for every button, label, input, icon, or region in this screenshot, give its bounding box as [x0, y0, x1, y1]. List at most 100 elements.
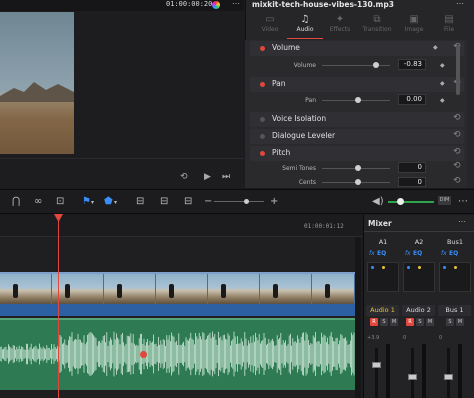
transition-icon: ⧉: [373, 14, 381, 25]
keyframe-nav-icon[interactable]: ◆: [433, 44, 438, 51]
pan-keyframe-nav-icon[interactable]: ◆: [440, 80, 445, 87]
pitch-reset-icon[interactable]: ⟲: [453, 147, 461, 157]
pan-slider-knob[interactable]: [355, 97, 361, 103]
mute-button-bus1[interactable]: M: [456, 318, 464, 326]
timeline-scrollbar[interactable]: [355, 237, 361, 398]
level-meter-bus1: [458, 344, 462, 398]
meter-dot: [371, 266, 374, 269]
dialogue-leveler-toggle[interactable]: [260, 134, 265, 139]
semitones-slider-knob[interactable]: [355, 165, 361, 171]
meter-dot: [407, 266, 410, 269]
pan-enable-toggle[interactable]: [260, 82, 265, 87]
mixer-divider: [364, 231, 474, 232]
zoom-slider-knob[interactable]: [244, 199, 249, 204]
mixer-title: Mixer: [368, 219, 392, 228]
dialogue-leveler-reset-icon[interactable]: ⟲: [453, 130, 461, 140]
section-volume-label: Volume: [272, 43, 300, 52]
volume-slider[interactable]: [322, 65, 390, 66]
solo-button-a1[interactable]: S: [380, 318, 388, 326]
fader-a2[interactable]: [408, 374, 417, 380]
eq-button-a1[interactable]: EQ: [377, 250, 386, 257]
volume-enable-toggle[interactable]: [260, 46, 265, 51]
clip-thumbnail-figures: [13, 284, 330, 298]
section-voice-isolation-label: Voice Isolation: [272, 114, 327, 123]
meter-dot: [454, 266, 457, 269]
zoom-out-icon[interactable]: −: [204, 196, 212, 207]
zoom-fit-icon[interactable]: ⊟: [136, 196, 144, 207]
cents-slider-knob[interactable]: [355, 179, 361, 185]
channel-name-audio1[interactable]: Audio 1: [366, 305, 399, 316]
volume-slider-knob[interactable]: [373, 62, 379, 68]
eq-button-a2[interactable]: EQ: [413, 250, 422, 257]
tab-image[interactable]: ▣ Image: [396, 14, 432, 33]
toolbar-menu-icon[interactable]: ⋯: [458, 196, 468, 207]
channel-name-bus1[interactable]: Bus 1: [438, 305, 471, 316]
speaker-icon[interactable]: ◀): [372, 196, 384, 207]
dim-button[interactable]: DIM: [438, 196, 451, 205]
solo-button-a2[interactable]: S: [416, 318, 424, 326]
pitch-enable-toggle[interactable]: [260, 151, 265, 156]
fader-bus1[interactable]: [444, 374, 453, 380]
link-icon[interactable]: ∞: [34, 196, 42, 207]
volume-value-field[interactable]: -0.83: [398, 59, 426, 70]
mixer-col-bus1: Bus1: [446, 238, 464, 246]
music-note-icon: ♫: [300, 14, 310, 25]
zoom-slider[interactable]: [214, 201, 264, 202]
zoom-detail-icon[interactable]: ⊟: [160, 196, 168, 207]
fx-button-a2[interactable]: fx: [405, 250, 411, 257]
voice-isolation-reset-icon[interactable]: ⟲: [453, 113, 461, 123]
solo-button-bus1[interactable]: S: [446, 318, 454, 326]
mute-button-a2[interactable]: M: [426, 318, 434, 326]
section-voice-isolation[interactable]: Voice Isolation: [250, 112, 464, 127]
pan-keyframe-icon[interactable]: ◆: [440, 97, 445, 104]
meter-dot: [443, 266, 446, 269]
eq-button-bus1[interactable]: EQ: [449, 250, 458, 257]
flag-icon[interactable]: ⚑: [82, 196, 91, 207]
marker-icon[interactable]: ⬟: [104, 196, 113, 207]
channel-name-audio2[interactable]: Audio 2: [402, 305, 435, 316]
inspector-scrollbar[interactable]: [456, 45, 460, 95]
mixer-col-a1: A1: [378, 238, 388, 246]
mixer-menu-icon[interactable]: ⋯: [458, 217, 466, 226]
record-button-a1[interactable]: R: [370, 318, 378, 326]
zoom-custom-icon[interactable]: ⊟: [184, 196, 192, 207]
go-to-end-icon[interactable]: ⏭: [222, 172, 230, 182]
color-wheel-icon[interactable]: [212, 1, 220, 9]
play-icon[interactable]: ▶: [204, 172, 211, 182]
semitones-value-field[interactable]: 0: [398, 162, 426, 173]
fader-a1[interactable]: [372, 362, 381, 368]
marker-dropdown-icon[interactable]: ▾: [114, 199, 117, 206]
tab-file[interactable]: ▤ File: [431, 14, 467, 33]
lock-icon[interactable]: ⊡: [56, 196, 64, 207]
zoom-in-icon[interactable]: +: [270, 196, 278, 207]
record-button-a2[interactable]: R: [406, 318, 414, 326]
viewer-timecode[interactable]: 01:00:00:20: [166, 0, 212, 8]
tab-audio[interactable]: ♫ Audio: [287, 14, 323, 33]
volume-keyframe-dot[interactable]: [140, 351, 147, 358]
inspector-menu-icon[interactable]: ⋯: [456, 0, 464, 8]
section-pan[interactable]: Pan: [250, 77, 464, 92]
section-volume[interactable]: Volume: [250, 41, 464, 56]
magnet-icon[interactable]: ⋂: [12, 196, 20, 207]
pan-value-field[interactable]: 0.00: [398, 94, 426, 105]
cents-reset-icon[interactable]: ⟲: [453, 176, 461, 186]
tab-transition[interactable]: ⧉ Transition: [359, 14, 395, 33]
section-dialogue-leveler[interactable]: Dialogue Leveler: [250, 129, 464, 144]
fx-button-bus1[interactable]: fx: [441, 250, 447, 257]
playhead-line[interactable]: [58, 216, 59, 398]
volume-keyframe-icon[interactable]: ◆: [440, 62, 445, 69]
mute-button-a1[interactable]: M: [390, 318, 398, 326]
section-pitch[interactable]: Pitch: [250, 146, 464, 161]
tab-video[interactable]: ▭ Video: [252, 14, 288, 33]
flag-dropdown-icon[interactable]: ▾: [91, 199, 94, 206]
voice-isolation-toggle[interactable]: [260, 117, 265, 122]
viewer-menu-icon[interactable]: ⋯: [232, 0, 240, 8]
tab-effects[interactable]: ✦ Effects: [322, 14, 358, 33]
mixer-col-a2: A2: [414, 238, 424, 246]
loop-icon[interactable]: ⟲: [180, 172, 188, 182]
fx-button-a1[interactable]: fx: [369, 250, 375, 257]
cents-value-field[interactable]: 0: [398, 177, 426, 187]
master-volume-knob[interactable]: [397, 198, 404, 205]
master-volume-slider[interactable]: [388, 201, 434, 203]
semitones-reset-icon[interactable]: ⟲: [453, 161, 461, 171]
